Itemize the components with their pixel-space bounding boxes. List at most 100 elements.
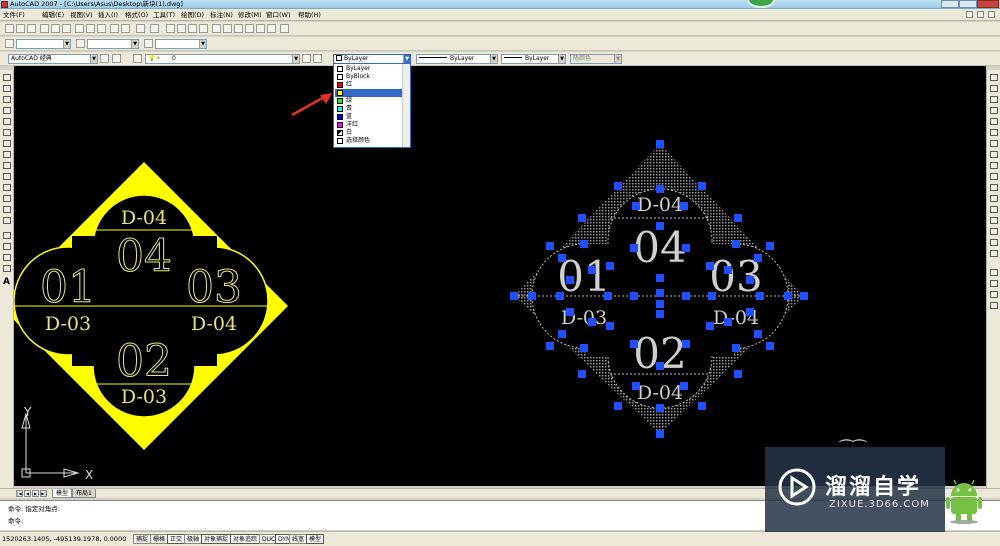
selection-grip[interactable] [632, 202, 640, 210]
selection-grip[interactable] [682, 292, 690, 300]
color-option-bylayer[interactable]: ByLayer [335, 65, 403, 73]
selection-grip[interactable] [766, 242, 774, 250]
menu-modify[interactable]: 修改(M) [238, 11, 262, 19]
gradient-icon[interactable] [3, 243, 11, 250]
selection-grip[interactable] [606, 322, 614, 330]
layer-select[interactable]: 💡☀ 0 ▼ [145, 54, 300, 64]
ortho-toggle[interactable]: 正交 [167, 534, 186, 544]
match-properties-icon[interactable] [110, 24, 119, 33]
selection-grip[interactable] [656, 362, 664, 370]
color-option-byblock[interactable]: ByBlock [335, 73, 403, 81]
zoom-window-icon[interactable] [188, 24, 197, 33]
send-to-back-icon[interactable] [990, 291, 998, 298]
menu-window[interactable]: 窗口(W) [266, 11, 291, 19]
selection-grip[interactable] [606, 262, 614, 270]
selection-grip[interactable] [630, 340, 638, 348]
workspace-select[interactable]: AutoCAD 经典 ▼ [8, 54, 98, 64]
dim-style-select[interactable]: ▼ [87, 39, 139, 49]
selection-grip[interactable] [630, 292, 638, 300]
polygon-icon[interactable] [3, 107, 11, 114]
prev-tab-icon[interactable]: ◀ [24, 490, 31, 497]
doc-restore-button[interactable] [977, 11, 984, 18]
color-dropdown-list[interactable]: ByLayer ByBlock 红 黄 绿 青 蓝 洋红 白 选择颜色 [333, 63, 411, 148]
dim-style-icon[interactable] [76, 39, 85, 48]
selection-grip[interactable] [528, 292, 536, 300]
selection-grip[interactable] [698, 182, 706, 190]
selection-grip[interactable] [724, 318, 732, 326]
pan-icon[interactable] [166, 24, 175, 33]
menu-insert[interactable]: 插入(I) [98, 11, 118, 19]
selection-grip[interactable] [656, 404, 664, 412]
plot-preview-icon[interactable] [51, 24, 60, 33]
doc-minimize-button[interactable] [966, 11, 973, 18]
selection-grip[interactable] [614, 402, 622, 410]
selection-grip[interactable] [604, 292, 612, 300]
lineweight-toggle[interactable]: 线宽 [289, 534, 308, 544]
selection-grip[interactable] [734, 214, 742, 222]
menu-help[interactable]: 帮助(H) [298, 11, 321, 19]
properties-icon[interactable] [212, 24, 221, 33]
first-tab-icon[interactable]: |◀ [16, 490, 23, 497]
join-icon[interactable] [990, 217, 998, 224]
fillet-icon[interactable] [990, 239, 998, 246]
mirror-icon[interactable] [990, 96, 998, 103]
draw-order-icon[interactable] [990, 269, 998, 276]
selection-grip[interactable] [566, 276, 574, 284]
selection-grip[interactable] [656, 300, 664, 308]
color-option-cyan[interactable]: 青 [335, 105, 403, 113]
selection-grip[interactable] [558, 254, 566, 262]
linetype-select[interactable]: ByLayer ▼ [416, 54, 498, 64]
move-icon[interactable] [990, 129, 998, 136]
trim-icon[interactable] [990, 173, 998, 180]
selection-grip[interactable] [656, 289, 664, 297]
otrack-toggle[interactable]: 对象追踪 [230, 534, 261, 544]
selection-grip[interactable] [546, 242, 554, 250]
break-at-point-icon[interactable] [990, 195, 998, 202]
scale-icon[interactable] [990, 151, 998, 158]
stretch-icon[interactable] [990, 162, 998, 169]
maximize-button[interactable] [959, 0, 977, 8]
table-style-select[interactable]: ▼ [155, 39, 207, 49]
last-tab-icon[interactable]: ▶| [40, 490, 47, 497]
selection-grip[interactable] [706, 322, 714, 330]
selection-grip[interactable] [632, 382, 640, 390]
explode-icon[interactable] [990, 250, 998, 257]
layer-previous-icon[interactable] [313, 54, 322, 63]
text-style-icon[interactable] [5, 39, 14, 48]
selection-grip[interactable] [800, 292, 808, 300]
region-icon[interactable] [3, 254, 11, 261]
selection-grip[interactable] [656, 274, 664, 282]
selection-grip[interactable] [588, 266, 596, 274]
left-block[interactable]: D-04 04 01 D-03 03 D-04 02 D-03 [14, 162, 288, 450]
selection-grip[interactable] [656, 310, 664, 318]
multiline-text-icon[interactable]: A [3, 277, 10, 287]
polyline-icon[interactable] [3, 96, 11, 103]
drawing-canvas[interactable]: D-04 04 01 D-03 03 D-04 02 D-03 D-04 04 … [14, 66, 986, 486]
selection-grip[interactable] [558, 330, 566, 338]
selection-grip[interactable] [580, 344, 588, 352]
doc-close-button[interactable] [988, 11, 995, 18]
selection-grip[interactable] [578, 214, 586, 222]
selection-grip[interactable] [680, 382, 688, 390]
offset-icon[interactable] [990, 107, 998, 114]
selection-grip[interactable] [698, 402, 706, 410]
selection-grip[interactable] [580, 240, 588, 248]
extend-icon[interactable] [990, 184, 998, 191]
selection-grip[interactable] [546, 342, 554, 350]
tab-model[interactable]: 模型 [52, 489, 73, 498]
selection-grip[interactable] [746, 276, 754, 284]
selection-grip[interactable] [754, 254, 762, 262]
revision-cloud-icon[interactable] [3, 151, 11, 158]
bring-to-front-icon[interactable] [990, 280, 998, 287]
dropdown-scrollbar[interactable] [402, 64, 410, 147]
minimize-button[interactable] [941, 0, 959, 8]
model-toggle[interactable]: 模型 [306, 534, 325, 544]
hatch-icon[interactable] [3, 232, 11, 239]
selection-grip[interactable] [682, 244, 690, 252]
circle-icon[interactable] [3, 140, 11, 147]
selection-grip[interactable] [734, 370, 742, 378]
selection-grip[interactable] [614, 182, 622, 190]
line-icon[interactable] [3, 74, 11, 81]
redo-icon[interactable] [150, 24, 159, 33]
color-option-blue[interactable]: 蓝 [335, 113, 403, 121]
